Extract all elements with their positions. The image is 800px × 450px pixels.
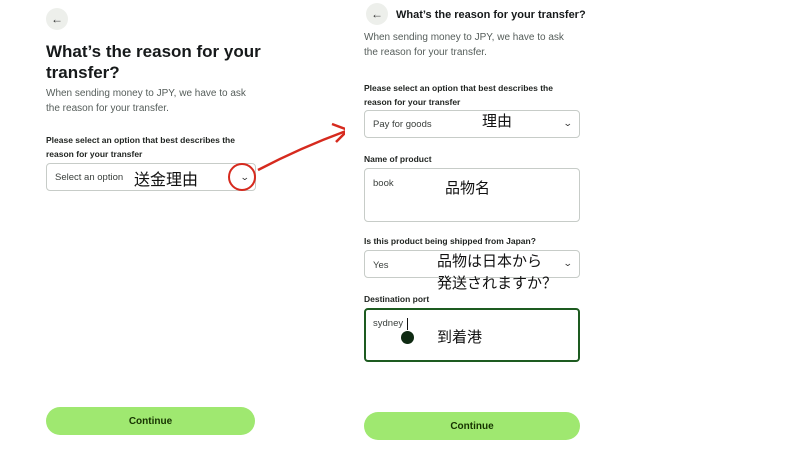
annotation-arrow-line	[257, 129, 347, 172]
product-name-value: book	[373, 178, 394, 189]
screen-right: ← What’s the reason for your transfer? W…	[345, 0, 605, 450]
reason-select-value: Pay for goods	[373, 119, 432, 130]
annotation-circle	[228, 163, 256, 191]
text-cursor	[407, 318, 408, 330]
chevron-down-icon[interactable]: ⌄	[563, 258, 573, 269]
chevron-down-icon[interactable]: ⌄	[563, 118, 573, 129]
destination-port-value: sydney	[373, 318, 404, 329]
page-subtitle: When sending money to JPY, we have to as…	[364, 32, 564, 58]
annotation-port: 到着港	[437, 328, 483, 346]
reason-select-label: Please select an option that best descri…	[364, 83, 553, 107]
arrow-left-icon: ←	[371, 7, 383, 21]
reason-select[interactable]: Pay for goods ⌄	[364, 110, 580, 138]
annotation-shipped: 品物は日本から 発送されますか？	[437, 252, 558, 292]
cursor-dot-icon	[401, 331, 414, 344]
annotation-reason: 理由	[482, 112, 513, 130]
shipped-from-japan-value: Yes	[373, 260, 389, 271]
annotation-product: 品物名	[445, 179, 491, 197]
continue-button[interactable]: Continue	[364, 412, 580, 440]
destination-port-label: Destination port	[364, 294, 430, 304]
product-name-label: Name of product	[364, 154, 432, 164]
back-button[interactable]: ←	[366, 3, 388, 25]
shipped-from-japan-label: Is this product being shipped from Japan…	[364, 236, 536, 246]
page-title: What’s the reason for your transfer?	[396, 9, 586, 21]
